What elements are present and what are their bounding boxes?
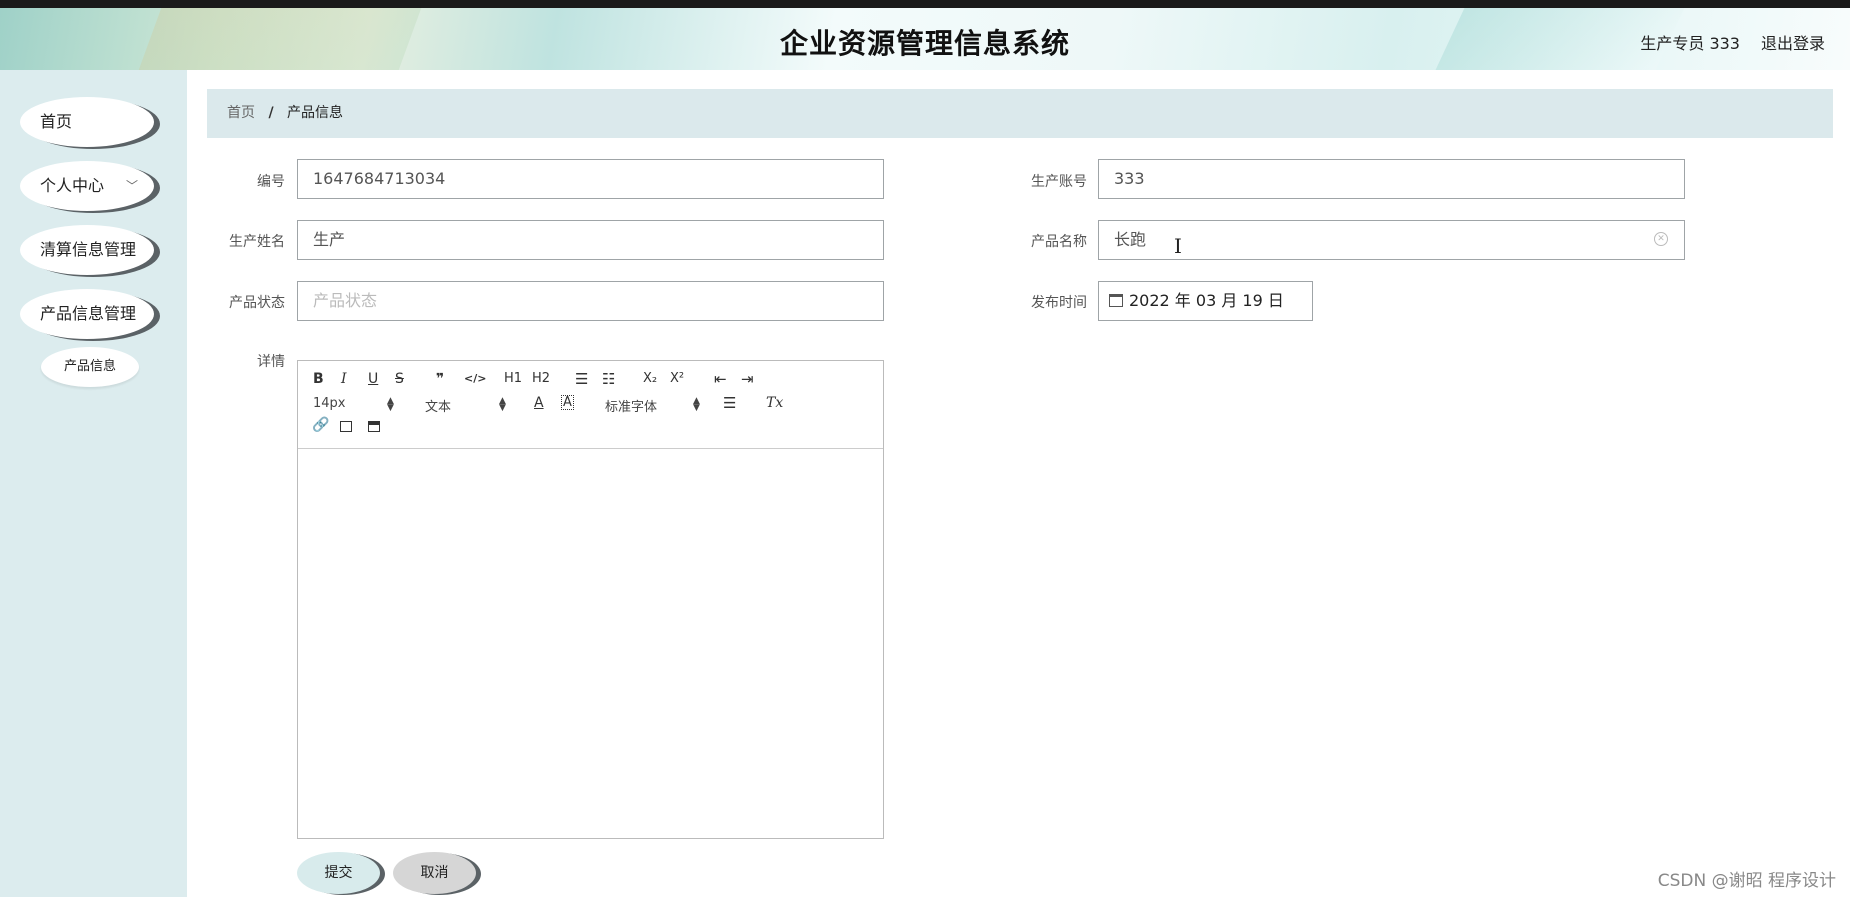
font-size-value: 14px <box>313 396 346 411</box>
submit-button[interactable]: 提交 <box>297 852 380 894</box>
italic-button[interactable]: I <box>341 371 347 387</box>
font-color-button[interactable]: A <box>534 395 544 411</box>
sidebar-subitem-label: 产品信息 <box>63 359 116 374</box>
bianhao-input[interactable]: 1647684713034 <box>297 159 884 199</box>
select-arrows-icon: ▲ ▼ <box>693 396 700 413</box>
font-family-value: 标准字体 <box>605 400 658 415</box>
h1-button[interactable]: H1 <box>504 371 522 386</box>
bullet-list-icon[interactable]: ☷ <box>602 370 615 388</box>
h2-button[interactable]: H2 <box>532 371 550 386</box>
sidebar: 首页 个人中心 ﹀ 清算信息管理 产品信息管理 产品信息 <box>0 70 187 897</box>
product-name-label: 产品名称 <box>1031 234 1087 250</box>
status-label: 产品状态 <box>229 295 285 311</box>
link-icon[interactable]: 🔗 <box>312 417 329 433</box>
app-title: 企业资源管理信息系统 <box>779 27 1070 60</box>
outdent-icon[interactable]: ⇤ <box>714 370 727 388</box>
code-block-button[interactable]: </> <box>464 372 486 385</box>
watermark: CSDN @谢昭 程序设计 <box>1657 871 1836 891</box>
rich-text-editor: B I U S ❞ </> H1 H2 ☰ ☷ X₂ X² ⇤ ⇥ 14px ▲… <box>297 360 884 839</box>
video-icon[interactable] <box>368 421 380 432</box>
publish-time-value: 2022 年 03 月 19 日 <box>1129 291 1284 310</box>
calendar-icon <box>1109 294 1123 307</box>
font-family-select[interactable]: 标准字体 ▲ ▼ <box>605 396 700 416</box>
subscript-button[interactable]: X₂ <box>643 371 657 386</box>
product-name-value: 长跑 <box>1114 230 1147 249</box>
sidebar-item-label: 个人中心 <box>40 176 105 195</box>
breadcrumb-current: 产品信息 <box>287 105 344 121</box>
account-label: 生产账号 <box>1031 174 1087 190</box>
detail-label: 详情 <box>257 354 285 370</box>
header-select[interactable]: 文本 ▲ ▼ <box>425 396 506 416</box>
bianhao-label: 编号 <box>257 174 285 190</box>
publish-time-input[interactable]: 2022 年 03 月 19 日 <box>1098 281 1313 321</box>
breadcrumb-separator: / <box>268 105 274 121</box>
cancel-button[interactable]: 取消 <box>393 852 476 894</box>
blockquote-button[interactable]: ❞ <box>436 371 444 387</box>
superscript-button[interactable]: X² <box>670 371 684 386</box>
header-select-value: 文本 <box>425 400 452 415</box>
breadcrumb-home[interactable]: 首页 <box>227 105 255 121</box>
account-input[interactable]: 333 <box>1098 159 1685 199</box>
chevron-down-icon: ﹀ <box>125 179 138 193</box>
sidebar-subitem-product-info[interactable]: 产品信息 <box>41 347 139 387</box>
status-input[interactable]: 产品状态 <box>297 281 884 321</box>
text-cursor-icon: I <box>1174 234 1182 258</box>
strike-button[interactable]: S <box>395 371 404 387</box>
current-user: 生产专员 333 <box>1640 34 1740 53</box>
sidebar-item-home[interactable]: 首页 <box>20 97 154 147</box>
indent-icon[interactable]: ⇥ <box>741 370 754 388</box>
name-input[interactable]: 生产 <box>297 220 884 260</box>
select-arrows-icon: ▲ ▼ <box>499 396 506 413</box>
underline-button[interactable]: U <box>368 371 378 387</box>
clean-format-button[interactable]: Tx <box>766 395 783 411</box>
ordered-list-icon[interactable]: ☰ <box>575 370 588 388</box>
app-header: 企业资源管理信息系统 生产专员 333 退出登录 <box>0 8 1850 70</box>
publish-time-label: 发布时间 <box>1031 295 1087 311</box>
breadcrumb: 首页 / 产品信息 <box>207 89 1833 138</box>
sidebar-item-label: 产品信息管理 <box>40 304 137 323</box>
sidebar-item-label: 首页 <box>40 112 73 131</box>
sidebar-item-label: 清算信息管理 <box>40 240 137 259</box>
window-top-strip <box>0 0 1850 8</box>
image-icon[interactable] <box>340 421 352 432</box>
clear-icon[interactable]: ✕ <box>1654 232 1668 246</box>
logout-link[interactable]: 退出登录 <box>1761 30 1825 54</box>
background-color-icon[interactable]: A <box>561 395 574 410</box>
select-arrows-icon: ▲ ▼ <box>387 396 394 413</box>
bold-button[interactable]: B <box>313 371 324 387</box>
sidebar-item-settlement-management[interactable]: 清算信息管理 <box>20 225 154 275</box>
align-icon[interactable]: ☰ <box>723 394 736 412</box>
product-name-input[interactable]: 长跑 ✕ <box>1098 220 1685 260</box>
sidebar-item-personal-center[interactable]: 个人中心 ﹀ <box>20 161 154 211</box>
name-label: 生产姓名 <box>229 234 285 250</box>
sidebar-item-product-management[interactable]: 产品信息管理 <box>20 289 154 339</box>
font-size-select[interactable]: 14px ▲ ▼ <box>313 396 394 413</box>
editor-toolbar: B I U S ❞ </> H1 H2 ☰ ☷ X₂ X² ⇤ ⇥ 14px ▲… <box>298 361 883 449</box>
